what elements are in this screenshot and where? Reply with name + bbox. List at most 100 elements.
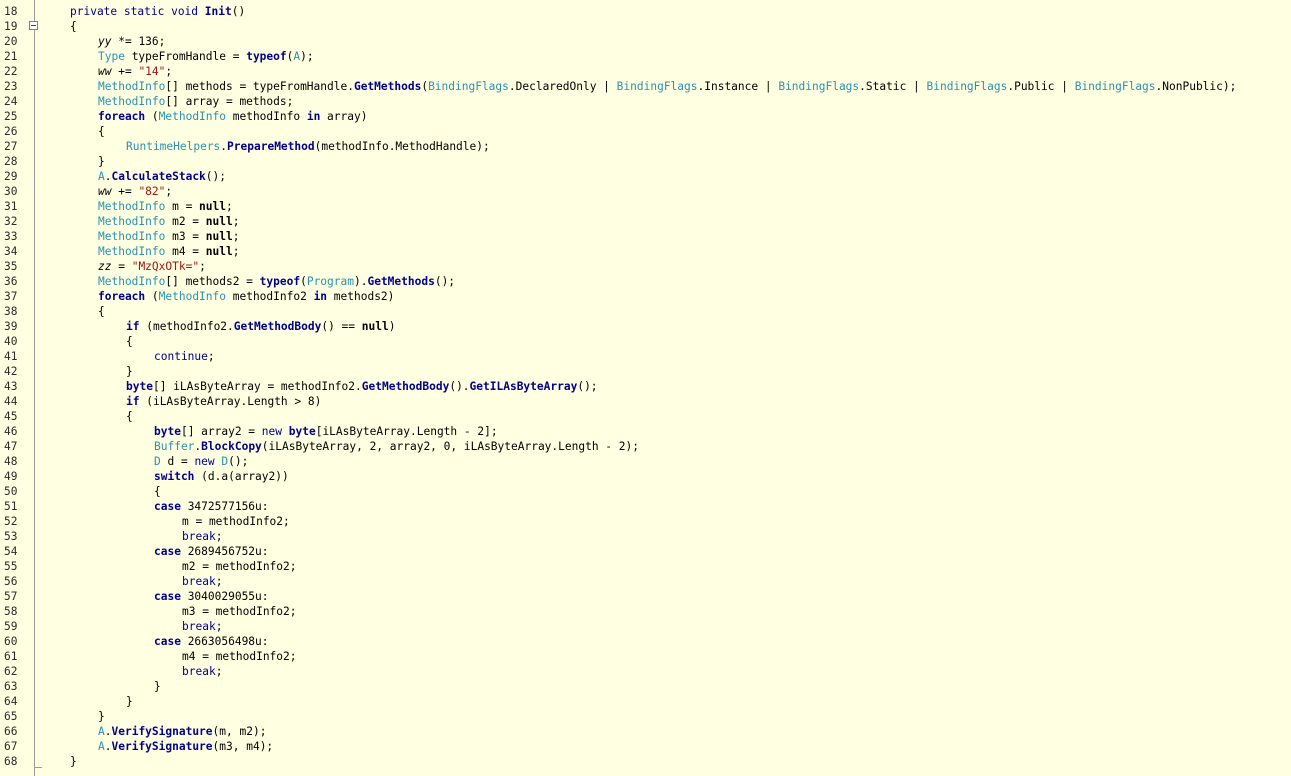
code-line[interactable]: 65} <box>0 709 1291 724</box>
code-text: break; <box>182 664 222 679</box>
code-line[interactable]: 58 m3 = methodInfo2; <box>0 604 1291 619</box>
code-line[interactable]: 40 { <box>0 334 1291 349</box>
line-number: 45 <box>4 410 18 423</box>
code-line[interactable]: 59 break; <box>0 619 1291 634</box>
code-line[interactable]: 19 { <box>0 19 1291 34</box>
code-line[interactable]: 36 MethodInfo[] methods2 = typeof(Program… <box>0 274 1291 289</box>
code-line[interactable]: 66 A.VerifySignature(m, m2); <box>0 724 1291 739</box>
code-token: in <box>306 110 321 123</box>
code-line[interactable]: 33 MethodInfo m3 = null; <box>0 229 1291 244</box>
code-token: MethodInfo <box>98 80 166 93</box>
code-token: ; <box>215 575 223 588</box>
code-text: { <box>154 484 161 499</box>
code-line[interactable]: 21 Type typeFromHandle = typeof(A); <box>0 49 1291 64</box>
code-line[interactable]: 57 case 3040029055u: <box>0 589 1291 604</box>
code-line[interactable]: 26 { <box>0 124 1291 139</box>
code-token: in <box>313 290 328 303</box>
code-token: ; <box>215 530 223 543</box>
code-text: m3 = methodInfo2; <box>182 604 297 619</box>
code-token: typeof <box>259 275 301 288</box>
code-text: m = methodInfo2; <box>182 514 290 529</box>
line-number: 59 <box>4 620 18 633</box>
code-line[interactable]: 31 MethodInfo m = null; <box>0 199 1291 214</box>
line-number: 56 <box>4 575 18 588</box>
code-line[interactable]: 34 MethodInfo m4 = null; <box>0 244 1291 259</box>
code-line[interactable]: 51 case 3472577156u: <box>0 499 1291 514</box>
code-line[interactable]: 42} <box>0 364 1291 379</box>
code-line[interactable]: 44 if (iLAsByteArray.Length > 8) <box>0 394 1291 409</box>
code-token: ; <box>215 665 223 678</box>
code-line[interactable]: 56 break; <box>0 574 1291 589</box>
code-line[interactable]: 18 private static void Init() <box>0 4 1291 19</box>
code-line[interactable]: 60 case 2663056498u: <box>0 634 1291 649</box>
code-line[interactable]: 45 { <box>0 409 1291 424</box>
line-number: 46 <box>4 425 18 438</box>
code-token: VerifySignature <box>111 740 213 753</box>
code-line[interactable]: 39 if (methodInfo2.GetMethodBody() == nul… <box>0 319 1291 334</box>
code-line[interactable]: 35 zz = "MzQxOTk="; <box>0 259 1291 274</box>
code-text: m4 = methodInfo2; <box>182 649 297 664</box>
line-number: 32 <box>4 215 18 228</box>
code-text: continue; <box>154 349 215 364</box>
code-line[interactable]: 37 foreach (MethodInfo methodInfo2 in met… <box>0 289 1291 304</box>
line-number: 18 <box>4 5 18 18</box>
code-line[interactable]: 62 break; <box>0 664 1291 679</box>
code-token: 2689456752u: <box>180 545 269 558</box>
code-token: continue <box>154 350 208 363</box>
code-line[interactable]: 50 { <box>0 484 1291 499</box>
code-line[interactable]: 68} <box>0 754 1291 769</box>
code-line[interactable]: 61 m4 = methodInfo2; <box>0 649 1291 664</box>
code-text: foreach (MethodInfo methodInfo2 in metho… <box>98 289 394 304</box>
code-token: case <box>154 500 181 513</box>
code-text: { <box>126 334 133 349</box>
code-text: if (methodInfo2.GetMethodBody() == null) <box>126 319 395 334</box>
code-line[interactable]: 63} <box>0 679 1291 694</box>
code-token: methods2) <box>327 290 395 303</box>
code-text: case 2689456752u: <box>154 544 269 559</box>
code-text: case 3040029055u: <box>154 589 269 604</box>
code-token: [] methods2 = <box>165 275 260 288</box>
code-text: { <box>70 19 77 34</box>
code-line[interactable]: 22 ww += "14"; <box>0 64 1291 79</box>
code-token: m4 = methodInfo2; <box>182 650 297 663</box>
code-token: BlockCopy <box>201 440 262 453</box>
code-token: Type <box>98 50 125 63</box>
line-number: 29 <box>4 170 18 183</box>
code-line[interactable]: 32 MethodInfo m2 = null; <box>0 214 1291 229</box>
code-token: [] iLAsByteArray = methodInfo2. <box>152 380 362 393</box>
code-line[interactable]: 29 A.CalculateStack(); <box>0 169 1291 184</box>
code-editor[interactable]: 18 private static void Init() 19{20 yy *= 1… <box>0 0 1291 776</box>
code-line[interactable]: 20 yy *= 136; <box>0 34 1291 49</box>
code-text: MethodInfo[] methods2 = typeof(Program).… <box>98 274 455 289</box>
code-line[interactable]: 25 foreach (MethodInfo methodInfo in arra… <box>0 109 1291 124</box>
code-line[interactable]: 38 { <box>0 304 1291 319</box>
code-line[interactable]: 43 byte[] iLAsByteArray = methodInfo2.Get… <box>0 379 1291 394</box>
code-line[interactable]: 24 MethodInfo[] array = methods; <box>0 94 1291 109</box>
code-line[interactable]: 54 case 2689456752u: <box>0 544 1291 559</box>
code-line[interactable]: 49 switch (d.a(array2)) <box>0 469 1291 484</box>
code-text: } <box>126 694 133 709</box>
code-line[interactable]: 67 A.VerifySignature(m3, m4); <box>0 739 1291 754</box>
code-line[interactable]: 52 m = methodInfo2; <box>0 514 1291 529</box>
code-line[interactable]: 64} <box>0 694 1291 709</box>
code-token: (methodInfo.MethodHandle); <box>314 140 490 153</box>
code-line[interactable]: 23 MethodInfo[] methods = typeFromHandle.… <box>0 79 1291 94</box>
line-number: 40 <box>4 335 18 348</box>
code-line[interactable]: 47 Buffer.BlockCopy(iLAsByteArray, 2, arr… <box>0 439 1291 454</box>
code-line[interactable]: 48 D d = new D(); <box>0 454 1291 469</box>
code-line[interactable]: 28} <box>0 154 1291 169</box>
code-line[interactable]: 41 continue; <box>0 349 1291 364</box>
code-line[interactable]: 46 byte[] array2 = new byte[iLAsByteArray… <box>0 424 1291 439</box>
line-number: 36 <box>4 275 18 288</box>
line-number: 33 <box>4 230 18 243</box>
code-token: new <box>194 455 215 468</box>
code-token: null <box>199 200 226 213</box>
code-line[interactable]: 30 ww += "82"; <box>0 184 1291 199</box>
code-token: m3 = <box>165 230 206 243</box>
code-line[interactable]: 27 RuntimeHelpers.PrepareMethod(methodInf… <box>0 139 1291 154</box>
code-line[interactable]: 53 break; <box>0 529 1291 544</box>
code-token: (iLAsByteArray.Length > 8) <box>139 395 322 408</box>
code-text: switch (d.a(array2)) <box>154 469 289 484</box>
code-line[interactable]: 55 m2 = methodInfo2; <box>0 559 1291 574</box>
